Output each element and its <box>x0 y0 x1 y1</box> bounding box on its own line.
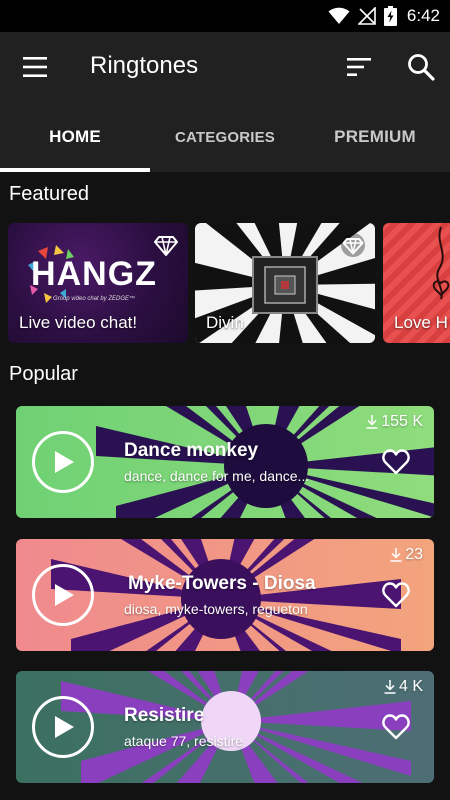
play-icon <box>55 451 74 473</box>
sort-button[interactable] <box>346 54 372 80</box>
search-icon <box>408 54 435 81</box>
tab-categories[interactable]: CATEGORIES <box>150 102 300 172</box>
ringtone-title: Dance monkey <box>124 440 259 461</box>
play-button[interactable] <box>32 564 94 626</box>
signal-icon <box>357 7 376 25</box>
status-bar: 6:42 <box>0 0 450 32</box>
download-count: 4 K <box>384 678 423 696</box>
featured-card-hangz[interactable]: HANGZ Group video chat by ZEDGE™ Live vi… <box>8 223 188 343</box>
play-icon <box>55 584 74 606</box>
favorite-button[interactable] <box>382 449 410 475</box>
search-button[interactable] <box>406 52 436 82</box>
download-icon <box>390 548 402 562</box>
status-icons: 6:42 <box>328 6 440 26</box>
page-title: Ringtones <box>90 52 199 79</box>
download-count-value: 23 <box>405 546 423 563</box>
download-count: 155 K <box>366 413 423 431</box>
ringtone-tags: diosa, myke-towers, regueton <box>124 601 308 617</box>
sort-icon <box>347 58 371 76</box>
play-button[interactable] <box>32 431 94 493</box>
heart-outline-icon <box>382 449 410 475</box>
featured-label: Live video chat! <box>19 313 138 332</box>
download-count-value: 155 K <box>381 413 423 430</box>
play-icon <box>55 716 74 738</box>
favorite-button[interactable] <box>382 714 410 740</box>
svg-text:Group video chat by ZEDGE™: Group video chat by ZEDGE™ <box>53 295 135 302</box>
ringtone-tags: dance, dance for me, dance... <box>124 468 310 484</box>
featured-card-love[interactable]: Love H <box>383 223 450 343</box>
heart-outline-icon <box>382 714 410 740</box>
featured-card-divin[interactable]: Divin <box>195 223 375 343</box>
status-time: 6:42 <box>406 6 440 25</box>
play-button[interactable] <box>32 696 94 758</box>
download-icon <box>366 415 378 429</box>
battery-icon <box>383 6 397 26</box>
featured-heading: Featured <box>9 183 90 205</box>
ringtone-card-2[interactable]: Resistire ataque 77, resistire 4 K <box>16 671 434 783</box>
popular-heading: Popular <box>9 363 78 385</box>
download-count: 23 <box>390 546 423 564</box>
favorite-button[interactable] <box>382 582 410 608</box>
tab-premium[interactable]: PREMIUM <box>300 102 450 172</box>
download-count-value: 4 K <box>398 678 423 695</box>
diamond-icon <box>341 233 365 257</box>
ringtone-tags: ataque 77, resistire <box>124 733 244 749</box>
wifi-icon <box>328 7 350 24</box>
menu-button[interactable] <box>22 54 48 80</box>
ringtone-title: Myke-Towers - Diosa <box>128 573 316 594</box>
featured-label: Love H <box>394 313 448 332</box>
diamond-icon <box>154 236 178 256</box>
heart-outline-icon <box>382 582 410 608</box>
ringtone-card-1[interactable]: Myke-Towers - Diosa diosa, myke-towers, … <box>16 539 434 651</box>
menu-icon <box>23 57 47 77</box>
svg-text:HANGZ: HANGZ <box>31 255 157 293</box>
tab-home[interactable]: HOME <box>0 102 150 172</box>
app-bar: Ringtones <box>0 32 450 102</box>
ringtone-title: Resistire <box>124 705 205 726</box>
ringtone-card-0[interactable]: Dance monkey dance, dance for me, dance.… <box>16 406 434 518</box>
tab-bar: HOME CATEGORIES PREMIUM <box>0 102 450 172</box>
download-icon <box>384 680 396 694</box>
featured-label: Divin <box>206 313 244 332</box>
featured-carousel[interactable]: HANGZ Group video chat by ZEDGE™ Live vi… <box>0 223 450 343</box>
